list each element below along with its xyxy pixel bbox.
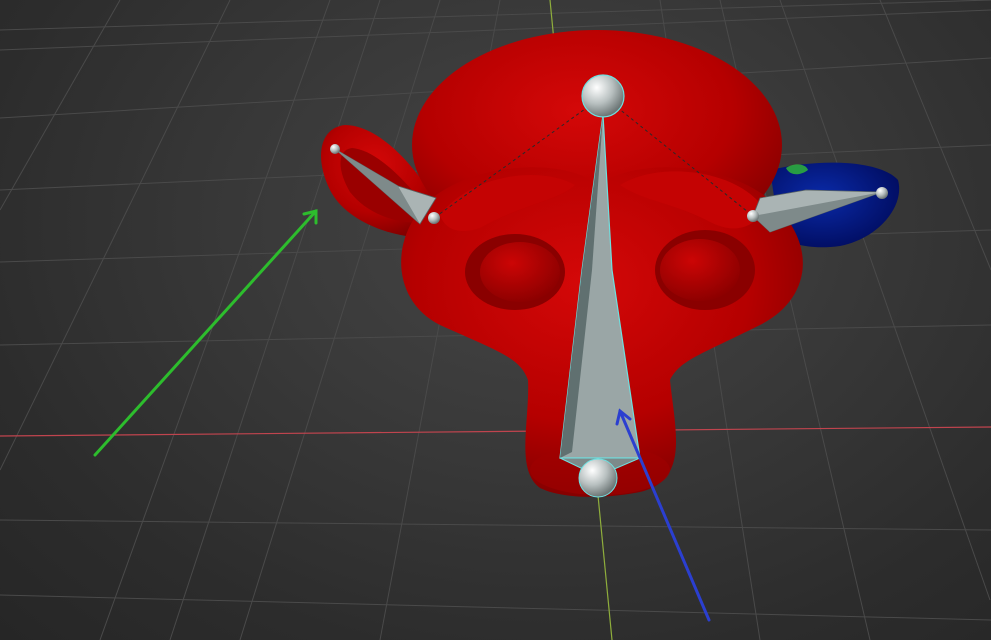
- right-ear-bone-head-joint[interactable]: [747, 210, 759, 222]
- viewport-scene[interactable]: [0, 0, 991, 640]
- eye-right: [660, 239, 740, 301]
- x-axis-line: [0, 426, 991, 437]
- main-bone-tail-joint[interactable]: [578, 458, 618, 498]
- left-ear-bone-tail-joint[interactable]: [428, 212, 440, 224]
- right-ear-bone-tail-joint[interactable]: [876, 187, 888, 199]
- main-bone-head-joint[interactable]: [581, 74, 625, 118]
- green-arrow: [93, 209, 318, 457]
- 3d-viewport[interactable]: [0, 0, 991, 640]
- left-ear-bone-head-joint[interactable]: [330, 144, 340, 154]
- eye-left: [480, 242, 560, 302]
